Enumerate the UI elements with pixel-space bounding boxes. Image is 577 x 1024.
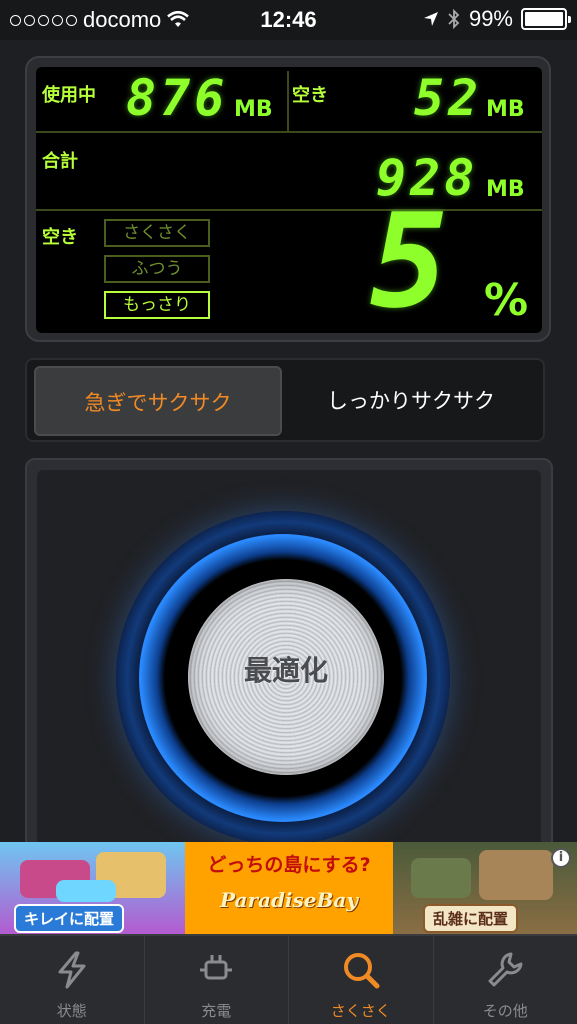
free-value: 52 (414, 69, 483, 127)
memory-lcd-screen: 使用中 876 MB 空き 52 MB 合計 928 MB 空き さくさく ふつ… (36, 67, 542, 337)
mode-thorough-button[interactable]: しっかりサクサク (287, 366, 535, 436)
free-pct-unit: % (484, 275, 529, 326)
ad-right-caption: 乱雑に配置 (423, 904, 519, 933)
level-sakusaku: さくさく (104, 219, 210, 247)
tab-charge[interactable]: 充電 (143, 936, 289, 1024)
tab-other-label: その他 (482, 1002, 528, 1020)
magnifier-icon (343, 953, 380, 989)
used-label: 使用中 (42, 85, 96, 106)
tab-status-label: 状態 (56, 1002, 87, 1020)
bluetooth-icon (448, 9, 460, 29)
location-arrow-icon (423, 12, 438, 26)
ad-center-panel: どっちの島にする? ParadiseBay (185, 842, 393, 934)
ad-info-icon[interactable]: i (551, 848, 571, 868)
tab-status[interactable]: 状態 (0, 936, 144, 1024)
free-label: 空き (292, 85, 328, 106)
divider-horizontal-1 (36, 131, 542, 133)
ad-logo-text: ParadiseBay (219, 888, 358, 912)
lightning-icon (58, 951, 86, 989)
tab-sakusaku[interactable]: さくさく (288, 936, 433, 1024)
free-pct-value: 5 (370, 185, 449, 337)
total-label: 合計 (42, 151, 78, 172)
ad-right-image: 乱雑に配置 (393, 842, 577, 934)
battery-icon (521, 8, 571, 30)
plug-icon (200, 955, 233, 980)
mode-quick-button[interactable]: 急ぎでサクサク (34, 366, 282, 436)
level-futsuu: ふつう (104, 255, 210, 283)
wrench-icon (488, 952, 523, 987)
used-unit: MB (234, 97, 273, 122)
battery-percent: 99% (468, 6, 513, 31)
app-root: docomo 12:46 99% 使用中 876 MB 空き 52 MB 合計 … (0, 0, 577, 1024)
ad-left-caption: キレイに配置 (14, 904, 125, 933)
memory-panel: 使用中 876 MB 空き 52 MB 合計 928 MB 空き さくさく ふつ… (25, 56, 551, 342)
optimize-button-label: 最適化 (243, 654, 328, 687)
tab-other[interactable]: その他 (432, 936, 577, 1024)
ad-left-image: キレイに配置 (0, 842, 185, 934)
ad-banner[interactable]: キレイに配置 どっちの島にする? ParadiseBay 乱雑に配置 i (0, 842, 577, 934)
status-right: 99% (423, 6, 571, 32)
tab-charge-label: 充電 (201, 1002, 232, 1020)
status-bar: docomo 12:46 99% (0, 0, 577, 40)
level-mossari: もっさり (104, 291, 210, 319)
used-value: 876 (126, 69, 229, 127)
free-unit: MB (486, 97, 525, 122)
divider-vertical (287, 71, 289, 131)
free-pct-label: 空き (42, 227, 78, 248)
total-unit: MB (486, 177, 525, 202)
divider-horizontal-2 (36, 209, 542, 211)
tab-bar: 状態 充電 さくさく その他 (0, 934, 577, 1024)
tab-sakusaku-label: さくさく (330, 1002, 391, 1020)
mode-selector: 急ぎでサクサク しっかりサクサク (25, 358, 545, 442)
ad-headline: どっちの島にする? (207, 854, 371, 876)
